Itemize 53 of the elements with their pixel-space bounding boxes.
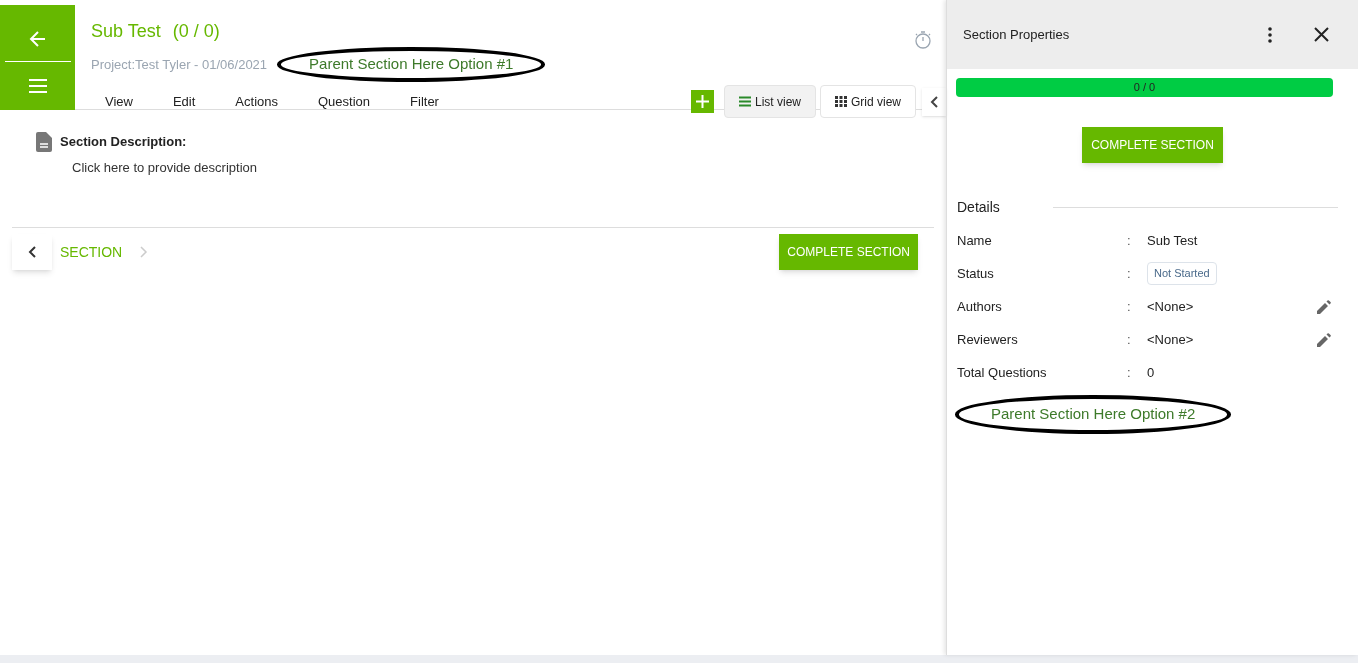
section-label: SECTION [60,242,123,262]
separator: : [1127,231,1132,250]
menu-icon [28,79,47,93]
stopwatch-icon[interactable] [913,30,933,50]
separator: : [1127,264,1132,283]
document-icon [36,132,52,152]
details-heading: Details [957,198,1001,217]
chevron-left-icon [28,246,36,258]
detail-label: Reviewers [957,330,1019,349]
detail-value: Sub Test [1147,231,1198,250]
detail-value: 0 [1147,363,1155,382]
back-arrow-icon [27,29,48,49]
grid-icon [835,96,847,107]
collapse-button[interactable] [922,87,946,116]
detail-label: Total Questions [957,363,1048,382]
view-toggle[interactable]: Grid view [820,85,916,118]
progress-reading: 0 / 0 [1132,80,1157,96]
detail-label: Status [957,264,995,283]
separator: : [1127,330,1132,349]
description-field[interactable]: Click here to provide description [72,157,372,177]
separator: : [1127,297,1132,316]
detail-label: Name [957,231,993,250]
edit-button[interactable] [1316,298,1332,315]
add-button[interactable] [690,90,714,113]
view-toggle[interactable]: List view [723,85,816,118]
chevron-right-icon [140,246,149,258]
close-icon [1313,27,1329,42]
separator: : [1127,363,1132,382]
menu-item[interactable]: Filter [396,89,453,114]
section-title: Sub Test [91,20,161,43]
description-label: Section Description: [60,133,188,151]
menu-item[interactable]: View [91,89,147,114]
detail-label: Authors [957,297,1003,316]
callout-label: Parent Section Here Option #2 [955,395,1232,434]
plus-icon [694,94,710,109]
more-icon [1268,26,1272,43]
detail-value: <None> [1147,297,1194,316]
edit-button[interactable] [1316,331,1332,348]
list-icon [738,96,751,107]
close-button[interactable] [1312,25,1330,44]
pencil-icon [1317,299,1331,314]
previous-button[interactable] [12,234,52,270]
callout-label: Parent Section Here Option #1 [277,47,546,82]
progress-count: (0 / 0) [172,20,220,43]
panel-title: Section Properties [963,25,1070,44]
status-badge: Not Started [1147,262,1217,285]
pencil-icon [1317,332,1331,347]
detail-value: <None> [1147,330,1194,349]
chevron-left-icon [930,95,938,108]
menu-item[interactable]: Edit [158,89,210,114]
menu-item[interactable]: Actions [221,89,292,114]
project-subtitle: Project:Test Tyler - 01/06/2021 [91,55,268,74]
menu-item[interactable]: Question [304,89,385,114]
